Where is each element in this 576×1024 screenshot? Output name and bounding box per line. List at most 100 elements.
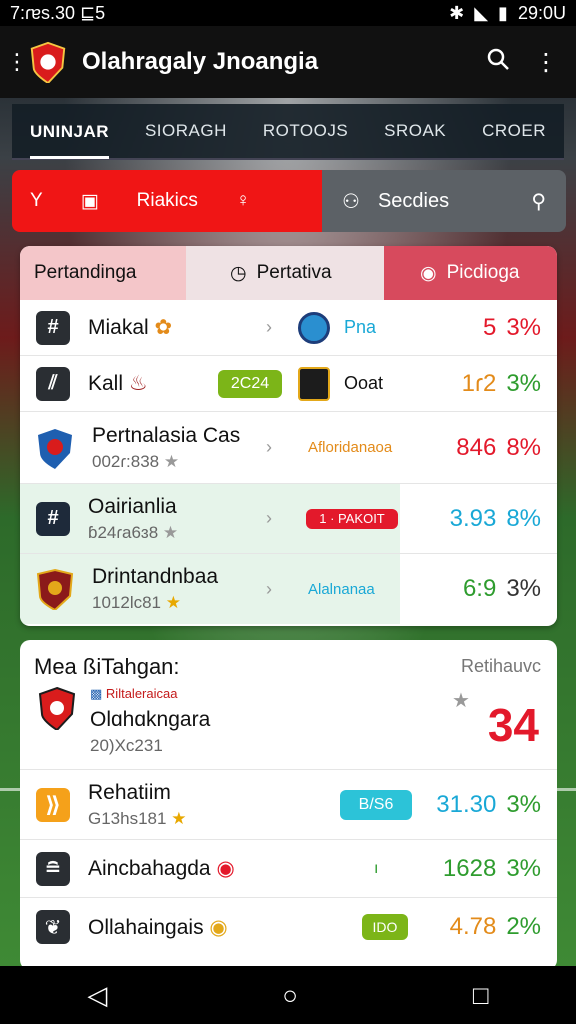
team-name: Pna <box>344 317 377 337</box>
tab-0[interactable]: UNINJAR <box>29 122 110 159</box>
list-item[interactable]: # Miakal ✿ › Pna 5 3% <box>20 300 557 356</box>
list-item[interactable]: Pertnalasia Cas 002ɾ:838 ★ › Afloridanaoa… <box>20 412 557 484</box>
row-name: Rehatiim <box>88 780 171 804</box>
list-item[interactable]: ⟫ Rehatiim G13hs181 ★ B/S6 31.30 3% <box>20 770 557 840</box>
system-nav-bar: ◁ ○ □ <box>0 966 576 1024</box>
team-crest-icon: ✿ <box>154 316 173 339</box>
team-crest-icon <box>298 366 330 401</box>
row-value: 3.93 8% <box>449 504 541 532</box>
fork-icon: Y <box>30 190 43 211</box>
tag-badge: B/S6 <box>340 789 412 820</box>
tab-2[interactable]: ROTOOJS <box>263 121 348 141</box>
sport-icon: ⫽ <box>36 366 70 401</box>
row-name: Miakal <box>88 316 149 339</box>
live-badge: 1 · PAKOIT <box>306 508 398 529</box>
filter-red-segment[interactable]: Y ▣ Riakics ♀ <box>12 170 322 232</box>
matches-card: Pertandinga ◷ Pertativa ◉ Picdioga # Miaka… <box>20 246 557 626</box>
team-crest-icon: ◉ <box>216 857 235 880</box>
feature-name: Olɑhɑkngara <box>90 708 211 731</box>
header-pertandinga[interactable]: Pertandinga <box>20 246 186 300</box>
calendar-icon: ▣ <box>80 190 99 212</box>
row-value: 1ɾ2 3% <box>461 369 541 397</box>
clock: 29:0U <box>517 2 566 23</box>
app-logo <box>30 41 66 83</box>
back-icon[interactable]: ◁ <box>87 980 107 1011</box>
row-name: Oairianlia <box>88 494 177 518</box>
star-icon[interactable]: ★ <box>171 809 186 828</box>
filter-gray-label: Secdies <box>377 189 450 212</box>
feature-tag: ▩ Riltaleraicaa <box>90 686 178 701</box>
row-sub: ɓ24ɾa6ɜ8 <box>88 522 159 542</box>
row-sub: 1012lc81 <box>92 593 162 612</box>
row-name: Ollahaingais <box>88 915 204 939</box>
team-name: Alalnanaa <box>308 580 375 598</box>
sport-icon: # <box>36 310 70 345</box>
row-value: 31.30 3% <box>436 790 541 818</box>
featured-right-label: Retihauvc <box>460 656 541 676</box>
bluetooth-icon: ✱ <box>449 2 465 23</box>
featured-title: Mea ßiTahgan: <box>34 654 180 679</box>
row-value: 846 8% <box>456 433 541 461</box>
team-shield-icon <box>38 428 72 469</box>
people-icon: ⚇ <box>342 190 360 213</box>
search-icon[interactable] <box>474 47 522 78</box>
big-score: 34 <box>487 699 539 751</box>
row-sub: 002ɾ:838 <box>92 451 160 471</box>
header-pertativa-label: Pertativa <box>256 262 332 283</box>
club-crest-icon <box>38 686 76 730</box>
row-name: Aincbahagda <box>88 857 211 880</box>
star-icon[interactable]: ★ <box>164 452 179 471</box>
header-picdioga-label: Picdioga <box>446 262 520 283</box>
tab-1[interactable]: SIORAGH <box>145 121 227 141</box>
team-name: Ooat <box>344 373 384 393</box>
year-badge: 2C24 <box>218 369 282 398</box>
list-item[interactable]: Drintandnbaa 1012lc81 ★ › Alalnanaa 6:9 3% <box>20 554 557 624</box>
team-badge-icon <box>298 311 330 344</box>
app-title: Olahragaly Jnoangia <box>82 48 319 75</box>
overflow-menu-icon[interactable]: ⋮ <box>522 48 570 77</box>
list-item[interactable]: ❦ Ollahaingais ◉ IDO 4.78 2% <box>20 898 557 956</box>
chevron-right-icon: › <box>266 437 272 457</box>
chevron-right-icon: › <box>266 508 272 528</box>
header-pertativa[interactable]: ◷ Pertativa <box>186 246 384 300</box>
list-item[interactable]: ⫽ Kall ♨ 2C24 Ooat 1ɾ2 3% <box>20 356 557 412</box>
featured-header[interactable]: Mea ßiTahgan: Retihauvc ▩ Riltaleraicaa … <box>20 640 557 770</box>
row-value: 1628 3% <box>442 854 541 882</box>
list-item[interactable]: ≘ Aincbahagda ◉ ı 1628 3% <box>20 840 557 898</box>
row-value: 6:9 3% <box>462 575 541 602</box>
search-small-icon[interactable]: ⚲ <box>531 189 546 214</box>
star-icon[interactable]: ★ <box>452 688 470 713</box>
sport-icon: ≘ <box>36 851 70 886</box>
list-item[interactable]: # Oairianlia ɓ24ɾa6ɜ8 ★ › 1 · PAKOIT 3.93… <box>20 484 557 554</box>
wifi-icon: ◣ <box>474 2 489 23</box>
chevron-right-icon: › <box>266 317 272 337</box>
feature-sub: 20)Xc231 <box>90 736 163 755</box>
tab-3[interactable]: SROAK <box>384 121 446 141</box>
clock-icon: ◷ <box>230 262 247 284</box>
card-header: Pertandinga ◷ Pertativa ◉ Picdioga <box>20 246 557 300</box>
battery-icon: ▮ <box>498 2 508 23</box>
pin-icon: ♀ <box>235 190 251 211</box>
menu-icon[interactable]: ⋮ <box>6 49 28 75</box>
row-value: 5 3% <box>482 313 541 341</box>
star-icon[interactable]: ★ <box>163 523 178 542</box>
featured-card: Mea ßiTahgan: Retihauvc ▩ Riltaleraicaa … <box>20 640 557 970</box>
header-picdioga[interactable]: ◉ Picdioga <box>384 246 557 300</box>
tab-4[interactable]: CROER <box>482 121 546 141</box>
status-left: 7:ɾɐs.30 ⊑5 <box>10 2 106 23</box>
recents-icon[interactable]: □ <box>473 980 489 1011</box>
flag-icon: ▩ <box>90 686 103 701</box>
status-bar: 7:ɾɐs.30 ⊑5 ✱ ◣ ▮ 29:0U <box>0 0 576 26</box>
shield-icon: ◉ <box>420 262 437 284</box>
chevron-right-icon: › <box>266 578 272 599</box>
star-icon[interactable]: ★ <box>166 593 181 612</box>
tab-bar: UNINJAR SIORAGH ROTOOJS SROAK CROER <box>12 104 564 160</box>
row-name: Pertnalasia Cas <box>92 423 241 447</box>
team-crest-icon: ◉ <box>209 915 228 939</box>
sport-icon: ⟫ <box>36 787 70 822</box>
home-icon[interactable]: ○ <box>282 980 298 1011</box>
row-value: 4.78 2% <box>449 913 541 940</box>
team-shield-icon <box>36 568 74 610</box>
row-name: Drintandnbaa <box>92 565 219 588</box>
filter-gray-segment[interactable]: ⚇ Secdies ⚲ <box>322 170 566 232</box>
